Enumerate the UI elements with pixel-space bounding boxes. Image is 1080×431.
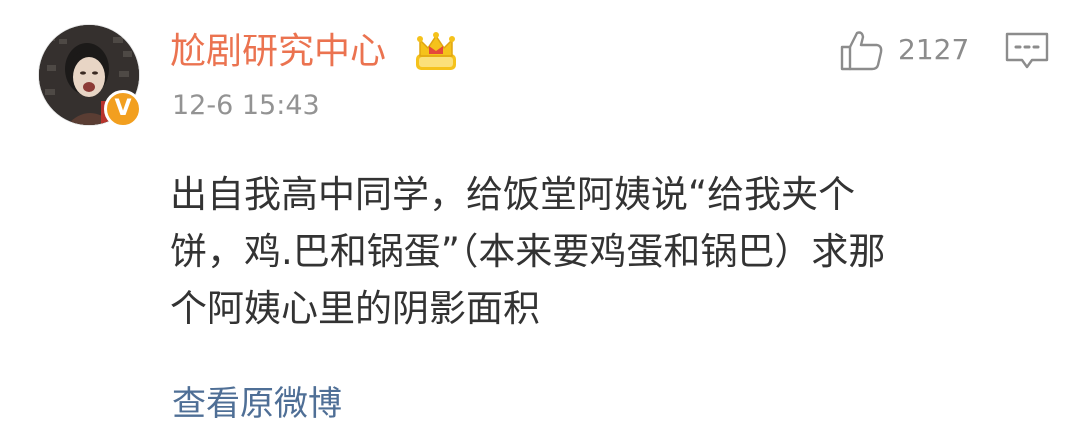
view-original-weibo-link[interactable]: 查看原微博 [172,380,342,428]
timestamp: 12-6 15:43 [172,90,320,121]
username[interactable]: 尬剧研究中心 [170,27,386,77]
comment-bubble-icon[interactable] [1004,30,1050,72]
thumbs-up-icon[interactable] [840,29,884,71]
verified-v-badge-icon: V [104,90,142,128]
verified-badge-letter: V [114,96,132,121]
like-count: 2127 [898,33,970,66]
comment-text-line-2: 饼，鸡.巴和锅蛋”（本来要鸡蛋和锅巴）求那 [170,230,886,273]
like-button[interactable]: 2127 [840,28,969,72]
comment-text-line-3: 个阿姨心里的阴影面积 [170,287,540,330]
crown-icon [416,32,456,70]
avatar[interactable]: V [38,24,142,128]
comment-text: 出自我高中同学，给饭堂阿姨说“给我夹个 饼，鸡.巴和锅蛋”（本来要鸡蛋和锅巴）求… [170,166,1040,337]
comment-text-line-1: 出自我高中同学，给饭堂阿姨说“给我夹个 [170,173,856,216]
